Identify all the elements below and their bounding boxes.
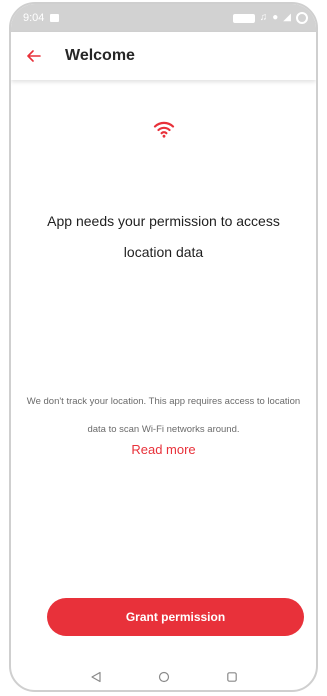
phone-screen: 9:04 ♫ ● ◢ Welcome App needs your permis… (0, 0, 327, 696)
home-circle-icon (158, 671, 169, 683)
signal-icon: ◢ (283, 12, 291, 23)
grant-permission-button[interactable]: Grant permission (47, 598, 304, 636)
back-button[interactable] (25, 47, 43, 65)
wifi-status-icon: ● (272, 12, 279, 23)
permission-headline: App needs your permission to access loca… (47, 213, 280, 260)
nav-back-button[interactable] (88, 669, 104, 685)
nav-home-button[interactable] (156, 669, 172, 685)
arrow-left-icon (27, 50, 41, 62)
wifi-icon-container (11, 120, 316, 138)
page-title: Welcome (65, 47, 135, 64)
status-time: 9:04 (23, 12, 45, 24)
battery-icon (296, 12, 308, 24)
back-triangle-icon (90, 671, 101, 683)
device-frame: 9:04 ♫ ● ◢ Welcome App needs your permis… (9, 2, 318, 692)
status-icons: ♫ ● ◢ (232, 12, 308, 24)
notification-icon (50, 14, 60, 22)
app-header: Welcome (11, 32, 316, 80)
read-more-link[interactable]: Read more (11, 442, 316, 457)
navigation-bar (11, 664, 316, 690)
status-bar: 9:04 ♫ ● ◢ (11, 4, 316, 32)
wifi-icon (153, 121, 174, 138)
recents-square-icon (226, 672, 237, 682)
volte-icon (232, 13, 255, 23)
privacy-info-text: We don't track your location. This app r… (26, 396, 301, 435)
mute-icon: ♫ (259, 12, 268, 23)
nav-recents-button[interactable] (224, 669, 240, 685)
